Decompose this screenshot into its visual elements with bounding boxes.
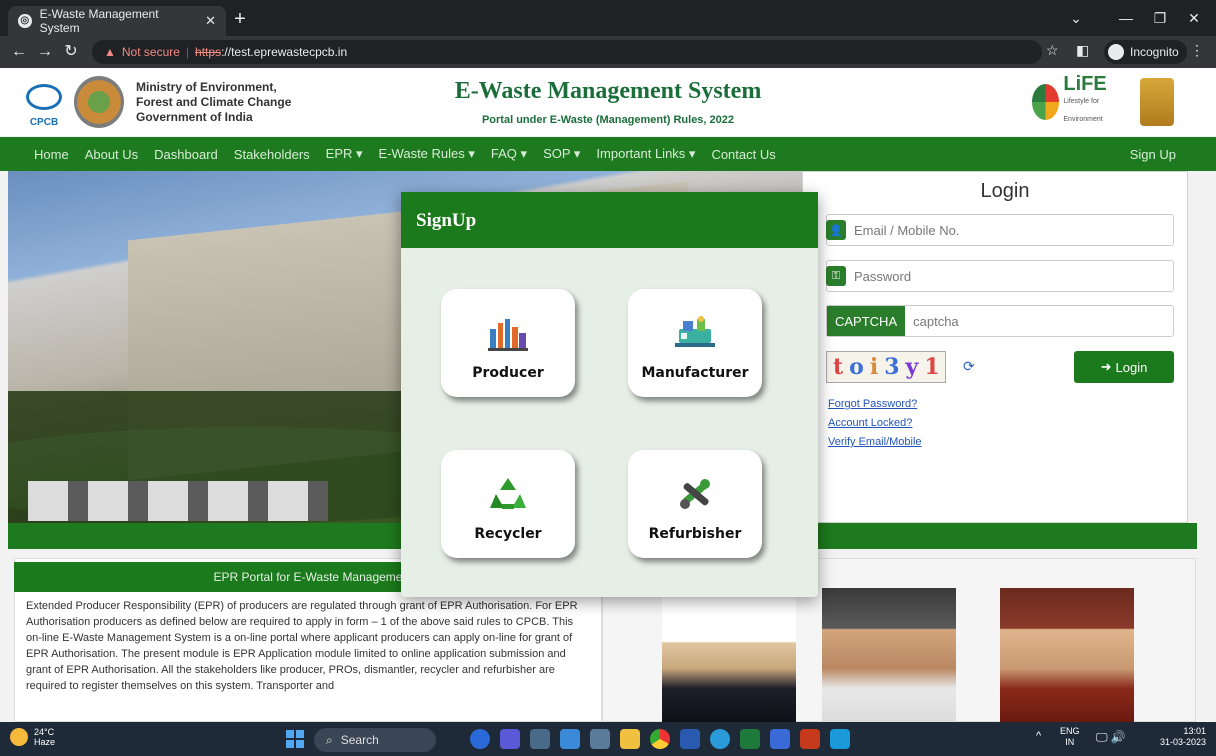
weather-desc: Haze	[34, 737, 56, 747]
side-panel-icon[interactable]: ◧	[1076, 42, 1089, 59]
producer-card[interactable]: Producer	[441, 289, 575, 397]
tray-icons[interactable]: 🖵 🔊	[1096, 730, 1126, 745]
file-explorer-icon[interactable]	[620, 729, 640, 749]
lang-line1: ENG	[1060, 726, 1080, 736]
producer-label: Producer	[472, 365, 544, 381]
address-bar[interactable]: ▲ Not secure | https://test.eprewastecpc…	[92, 40, 1042, 64]
widgets-icon[interactable]	[530, 729, 550, 749]
manufacturer-label: Manufacturer	[641, 365, 749, 381]
lang-line2: IN	[1065, 737, 1075, 747]
close-window-button[interactable]: ✕	[1180, 6, 1208, 30]
chrome-icon[interactable]	[650, 729, 670, 749]
refurbisher-label: Refurbisher	[648, 526, 742, 542]
close-icon[interactable]: ×	[790, 206, 802, 229]
taskbar-search-label: Search	[340, 733, 379, 747]
recycler-label: Recycler	[474, 526, 542, 542]
search-icon: ⌕	[326, 732, 333, 747]
clock[interactable]: 13:01 31-03-2023	[1154, 726, 1206, 748]
weather-sun-icon	[10, 728, 28, 746]
recycler-card[interactable]: Recycler	[441, 450, 575, 558]
skype-icon[interactable]	[830, 729, 850, 749]
start-icon[interactable]	[286, 730, 304, 748]
incognito-badge[interactable]: Incognito	[1104, 40, 1187, 64]
network-icon: 🖵	[1096, 730, 1108, 744]
weather-temp: 24°C	[34, 727, 55, 737]
powerpoint-icon[interactable]	[800, 729, 820, 749]
refurbisher-card[interactable]: Refurbisher	[628, 450, 762, 558]
url-separator: |	[185, 45, 190, 59]
bookmark-star-icon[interactable]: ☆	[1046, 42, 1059, 59]
recycle-icon	[490, 478, 526, 509]
restore-button[interactable]: ❐	[1146, 6, 1174, 30]
not-secure-label: Not secure	[121, 45, 180, 59]
new-tab-button[interactable]: +	[228, 8, 252, 32]
teams-icon[interactable]	[770, 729, 790, 749]
forward-icon[interactable]: →	[34, 41, 56, 63]
minimize-button[interactable]: —	[1112, 6, 1140, 30]
reload-icon[interactable]: ↻	[60, 41, 82, 63]
back-icon[interactable]: ←	[8, 41, 30, 63]
taskbar-search[interactable]: ⌕ Search	[314, 728, 436, 752]
volume-icon: 🔊	[1110, 730, 1126, 744]
tab-favicon-icon: ◎	[18, 14, 32, 28]
meet-icon[interactable]	[500, 729, 520, 749]
edge-icon[interactable]	[710, 729, 730, 749]
url-scheme: https	[195, 45, 222, 59]
tab-close-icon[interactable]: ✕	[205, 13, 216, 29]
tab-search-icon[interactable]: ⌄	[1062, 6, 1090, 30]
clock-time: 13:01	[1183, 726, 1206, 736]
warning-icon: ▲	[104, 45, 116, 59]
weather-widget[interactable]: 24°C Haze	[10, 727, 55, 747]
manufacturer-card[interactable]: Manufacturer	[628, 289, 762, 397]
calculator-icon[interactable]	[590, 729, 610, 749]
machinery-icon	[675, 316, 715, 347]
excel-icon[interactable]	[740, 729, 760, 749]
incognito-label: Incognito	[1130, 45, 1179, 59]
browser-menu-icon[interactable]: ⋮	[1190, 42, 1204, 59]
url-host: ://test.eprewastecpcb.in	[221, 45, 348, 59]
incognito-icon	[1108, 44, 1124, 60]
browser-tab[interactable]: ◎ E-Waste Management System ✕	[8, 6, 226, 36]
language-indicator[interactable]: ENG IN	[1060, 726, 1080, 748]
clock-date: 31-03-2023	[1159, 737, 1206, 747]
tab-title: E-Waste Management System	[39, 7, 159, 35]
taskbar-app-icon[interactable]	[470, 729, 490, 749]
word-icon[interactable]	[680, 729, 700, 749]
signup-modal-title: SignUp	[416, 210, 477, 231]
chevron-up-icon[interactable]: ^	[1036, 730, 1041, 742]
factory-icon	[488, 319, 528, 351]
mail-icon[interactable]	[560, 729, 580, 749]
tools-icon	[680, 479, 710, 509]
